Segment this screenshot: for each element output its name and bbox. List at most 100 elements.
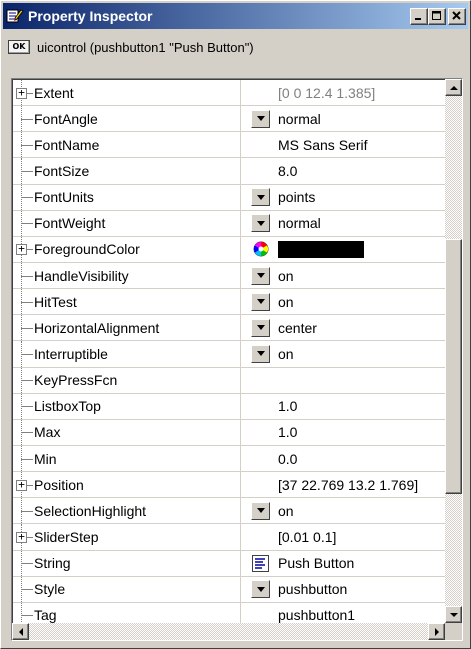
- property-value-cell[interactable]: [37 22.769 13.2 1.769]: [241, 472, 446, 497]
- property-row[interactable]: String Push Button: [13, 550, 446, 577]
- property-value-cell[interactable]: normal: [241, 211, 446, 236]
- property-value-cell[interactable]: [0 0 12.4 1.385]: [241, 80, 446, 105]
- dropdown-button[interactable]: [251, 214, 270, 233]
- property-name-cell[interactable]: FontAngle: [13, 106, 241, 132]
- property-row[interactable]: FontAngle normal: [13, 106, 446, 133]
- maximize-button[interactable]: [428, 7, 446, 25]
- property-value-cell[interactable]: Push Button: [241, 551, 446, 576]
- dropdown-button[interactable]: [251, 188, 270, 207]
- property-name-cell[interactable]: + ForegroundColor: [13, 236, 241, 262]
- dropdown-button[interactable]: [251, 318, 270, 337]
- property-value-cell[interactable]: on: [241, 263, 446, 288]
- property-value: 1.0: [278, 424, 298, 441]
- property-name-cell[interactable]: + Extent: [13, 80, 241, 106]
- property-name: ListboxTop: [34, 398, 101, 415]
- expand-plus-icon[interactable]: +: [16, 479, 27, 491]
- property-row[interactable]: HitTest on: [13, 289, 446, 316]
- property-name-cell[interactable]: HandleVisibility: [13, 262, 241, 289]
- tree-branch: [21, 615, 33, 617]
- dropdown-button[interactable]: [251, 344, 270, 363]
- property-value-cell[interactable]: center: [241, 315, 446, 340]
- dropdown-button[interactable]: [251, 266, 270, 285]
- scroll-right-button[interactable]: [428, 623, 445, 640]
- property-row[interactable]: SelectionHighlight on: [13, 498, 446, 525]
- property-name-cell[interactable]: FontSize: [13, 158, 241, 184]
- property-value-cell[interactable]: points: [241, 185, 446, 210]
- property-row[interactable]: HorizontalAlignment center: [13, 315, 446, 342]
- property-row[interactable]: Interruptible on: [13, 341, 446, 368]
- dropdown-button[interactable]: [251, 580, 270, 599]
- expand-plus-icon[interactable]: +: [16, 243, 27, 256]
- property-name-cell[interactable]: Max: [13, 419, 241, 445]
- property-name-cell[interactable]: FontName: [13, 132, 241, 158]
- property-row[interactable]: Style pushbutton: [13, 576, 446, 603]
- arrow-left-icon: [18, 627, 23, 636]
- color-swatch[interactable]: [278, 241, 364, 259]
- property-value-cell[interactable]: on: [241, 341, 446, 366]
- property-value-cell[interactable]: normal: [241, 106, 446, 131]
- property-list[interactable]: + Extent [0 0 12.4 1.385] FontAngle normal Fo…: [11, 78, 463, 641]
- vertical-scrollbar[interactable]: [445, 79, 462, 623]
- property-name-cell[interactable]: ListboxTop: [13, 393, 241, 419]
- property-value-cell[interactable]: 8.0: [241, 158, 446, 183]
- tree-branch: [21, 327, 33, 329]
- scroll-left-button[interactable]: [12, 623, 29, 640]
- property-row[interactable]: KeyPressFcn: [13, 367, 446, 394]
- property-row[interactable]: Max 1.0: [13, 419, 446, 446]
- property-value-cell[interactable]: 0.0: [241, 446, 446, 471]
- property-value-cell[interactable]: [241, 368, 446, 393]
- property-row[interactable]: FontName MS Sans Serif: [13, 132, 446, 159]
- property-row[interactable]: FontWeight normal: [13, 210, 446, 237]
- minimize-button[interactable]: [410, 7, 428, 25]
- property-name-cell[interactable]: FontWeight: [13, 210, 241, 236]
- property-value-cell[interactable]: on: [241, 498, 446, 523]
- property-row[interactable]: + Extent [0 0 12.4 1.385]: [13, 80, 446, 107]
- vertical-scroll-thumb[interactable]: [445, 239, 462, 494]
- property-name-cell[interactable]: FontUnits: [13, 184, 241, 210]
- property-value-cell[interactable]: [241, 237, 446, 262]
- expand-plus-icon[interactable]: +: [16, 87, 27, 99]
- color-wheel-icon[interactable]: [251, 240, 270, 258]
- scroll-down-button[interactable]: [445, 606, 462, 623]
- property-value: normal: [278, 215, 321, 232]
- property-name: HandleVisibility: [34, 267, 129, 284]
- property-value-cell[interactable]: MS Sans Serif: [241, 132, 446, 157]
- property-row[interactable]: + SliderStep [0.01 0.1]: [13, 524, 446, 551]
- property-value-cell[interactable]: [0.01 0.1]: [241, 524, 446, 549]
- scroll-up-button[interactable]: [445, 79, 462, 96]
- property-value-cell[interactable]: 1.0: [241, 394, 446, 419]
- property-value: on: [278, 345, 294, 362]
- property-row[interactable]: + Position [37 22.769 13.2 1.769]: [13, 472, 446, 499]
- arrow-right-icon: [434, 627, 439, 636]
- property-row[interactable]: FontSize 8.0: [13, 158, 446, 185]
- property-value-cell[interactable]: 1.0: [241, 420, 446, 445]
- property-value: [0 0 12.4 1.385]: [278, 84, 376, 101]
- property-row[interactable]: ListboxTop 1.0: [13, 393, 446, 420]
- property-name-cell[interactable]: + SliderStep: [13, 524, 241, 550]
- property-row[interactable]: Min 0.0: [13, 445, 446, 473]
- tree-branch: [21, 301, 33, 303]
- dropdown-button[interactable]: [251, 501, 270, 520]
- expand-plus-icon[interactable]: +: [16, 531, 27, 543]
- property-name-cell[interactable]: Style: [13, 576, 241, 602]
- property-name-cell[interactable]: KeyPressFcn: [13, 367, 241, 393]
- close-button[interactable]: [448, 7, 466, 25]
- horizontal-scrollbar[interactable]: [12, 623, 445, 640]
- property-row[interactable]: HandleVisibility on: [13, 262, 446, 290]
- dropdown-button[interactable]: [251, 109, 270, 128]
- property-row[interactable]: FontUnits points: [13, 184, 446, 211]
- title-bar[interactable]: Property Inspector: [3, 3, 468, 29]
- dropdown-button[interactable]: [251, 292, 270, 311]
- property-value-cell[interactable]: on: [241, 289, 446, 314]
- property-name: KeyPressFcn: [34, 372, 118, 389]
- text-editor-icon[interactable]: [251, 554, 270, 572]
- property-name-cell[interactable]: HitTest: [13, 289, 241, 315]
- property-row[interactable]: + ForegroundColor: [13, 236, 446, 263]
- property-name-cell[interactable]: Interruptible: [13, 341, 241, 367]
- property-name-cell[interactable]: HorizontalAlignment: [13, 315, 241, 341]
- property-name-cell[interactable]: Min: [13, 445, 241, 472]
- property-name-cell[interactable]: String: [13, 550, 241, 576]
- property-value-cell[interactable]: pushbutton: [241, 577, 446, 602]
- property-name-cell[interactable]: SelectionHighlight: [13, 498, 241, 524]
- property-name-cell[interactable]: + Position: [13, 472, 241, 498]
